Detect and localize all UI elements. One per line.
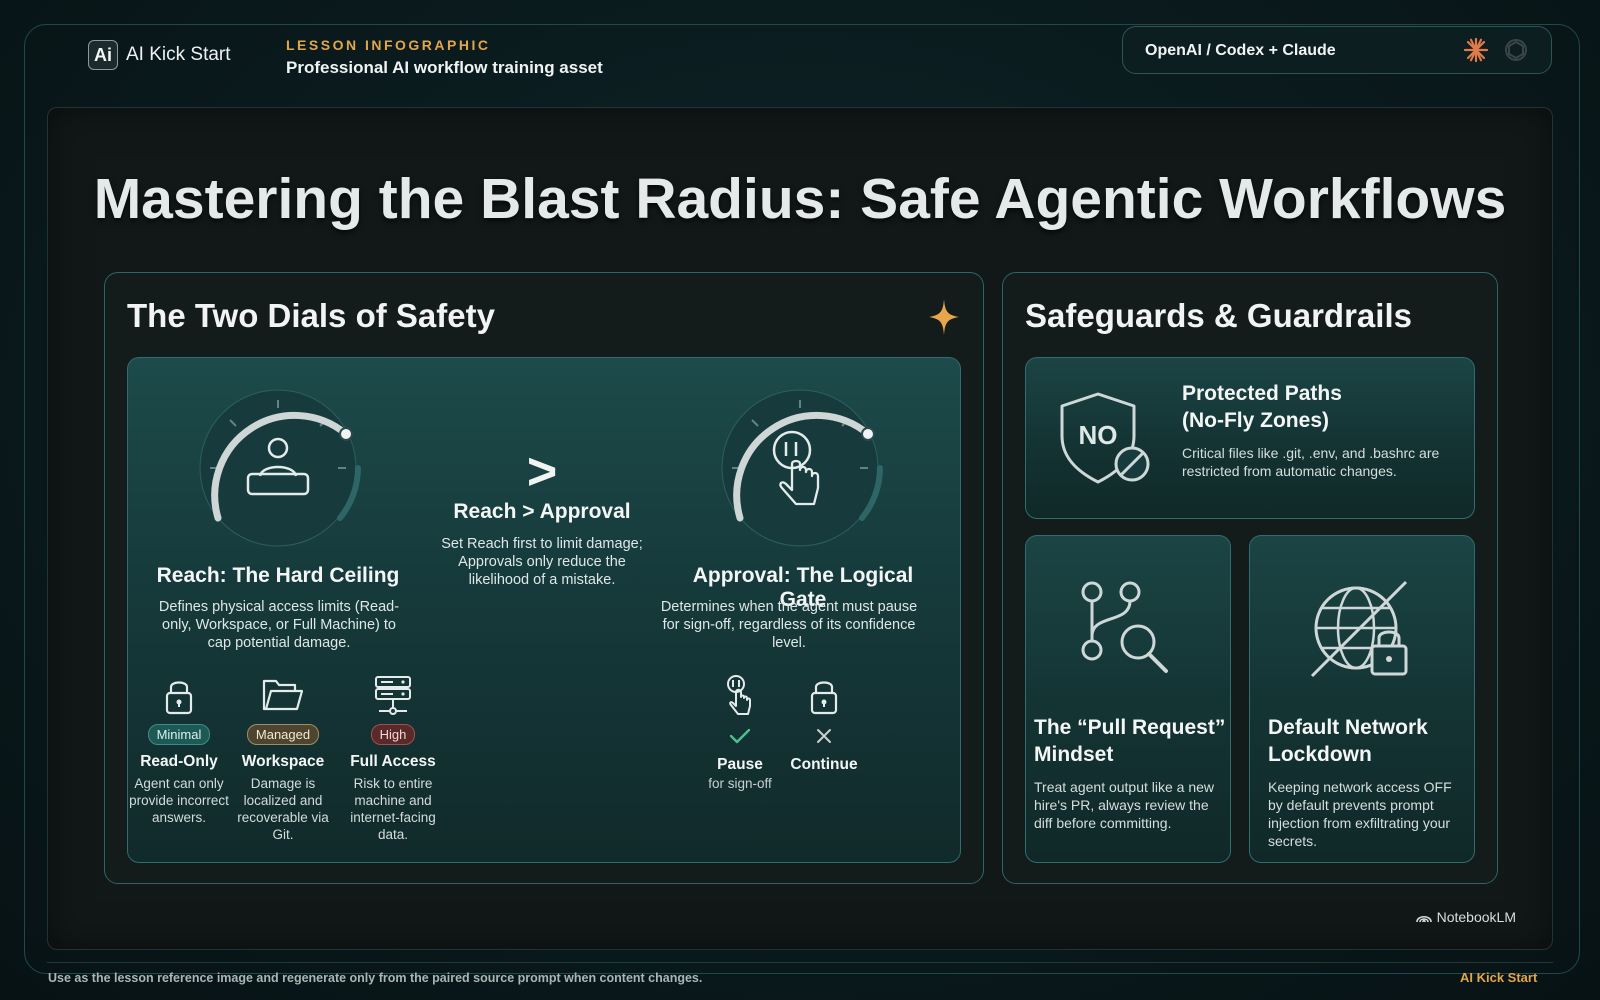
model-icons <box>1463 37 1529 63</box>
gate-name: Continue <box>790 756 858 773</box>
reach-description: Defines physical access limits (Read-onl… <box>158 599 400 651</box>
notebooklm-watermark: NotebookLM <box>1415 909 1516 925</box>
approval-dial-icon <box>721 389 883 547</box>
footer-note: Use as the lesson reference image and re… <box>48 971 703 985</box>
dials-card: Reach: The Hard Ceiling Defines physical… <box>127 357 961 863</box>
network-lockdown-title-line1: Default Network <box>1268 716 1428 739</box>
openai-icon <box>1505 39 1527 61</box>
badge-minimal: Minimal <box>147 724 211 745</box>
gate-sub: for sign-off <box>708 776 772 791</box>
pull-request-title-line2: Mindset <box>1034 743 1114 766</box>
footer-brand: AI Kick Start <box>1460 970 1538 985</box>
shield-no-text: NO <box>1079 420 1118 450</box>
dials-panel-title: The Two Dials of Safety <box>127 297 495 334</box>
reach-title: Reach: The Hard Ceiling <box>156 564 400 587</box>
dials-panel: The Two Dials of Safety Reach: The Hard … <box>104 272 984 884</box>
comparison-title: Reach > Approval <box>453 500 631 523</box>
check-icon <box>729 728 751 744</box>
level-name: Read-Only <box>140 753 218 770</box>
notebooklm-label: NotebookLM <box>1436 909 1516 925</box>
lock-icon <box>124 674 234 718</box>
lesson-kicker: LESSON INFOGRAPHIC <box>286 37 491 53</box>
network-lockdown-card: Default Network Lockdown Keeping network… <box>1249 535 1475 863</box>
guardrails-panel-title: Safeguards & Guardrails <box>1025 297 1412 334</box>
reach-dial-icon <box>199 389 361 547</box>
pull-request-title: The “Pull Request” Mindset <box>1034 714 1225 768</box>
gate-pause: Pause for sign-off <box>700 674 780 791</box>
footer-divider <box>47 962 1553 963</box>
level-read-only: Minimal Read-Only Agent can only provide… <box>124 674 234 826</box>
comparison-description: Set Reach first to limit damage; Approva… <box>441 536 643 588</box>
level-description: Risk to entire machine and internet-faci… <box>350 776 436 842</box>
level-name: Full Access <box>350 753 436 770</box>
sparkle-icon <box>929 299 959 335</box>
pull-request-card: The “Pull Request” Mindset Treat agent o… <box>1025 535 1231 863</box>
level-workspace: Managed Workspace Damage is localized an… <box>228 674 338 843</box>
pull-request-description: Treat agent output like a new hire's PR,… <box>1034 779 1215 831</box>
lock-icon <box>810 681 838 715</box>
logo: Ai AI Kick Start <box>88 40 231 70</box>
pull-request-title-line1: The “Pull Request” <box>1034 716 1226 739</box>
git-branch-search-icon <box>1081 581 1168 673</box>
model-pill: OpenAI / Codex + Claude <box>1122 26 1552 74</box>
protected-paths-description: Critical files like .git, .env, and .bas… <box>1182 445 1440 479</box>
protected-paths-title-line1: Protected Paths <box>1182 382 1342 405</box>
no-shield-icon: NO <box>1060 392 1150 484</box>
protected-paths-title-line2: (No-Fly Zones) <box>1182 409 1329 432</box>
level-description: Damage is localized and recoverable via … <box>237 776 329 842</box>
gate-continue: Continue <box>784 674 864 774</box>
pause-hand-icon <box>727 675 751 715</box>
globe-lock-icon <box>1310 580 1408 678</box>
badge-managed: Managed <box>246 724 320 745</box>
main-panel: Mastering the Blast Radius: Safe Agentic… <box>47 107 1553 950</box>
server-icon <box>338 674 448 718</box>
network-lockdown-title: Default Network Lockdown <box>1268 714 1428 768</box>
gate-name: Pause <box>717 756 763 773</box>
page-title: Mastering the Blast Radius: Safe Agentic… <box>93 167 1507 231</box>
header: Ai AI Kick Start LESSON INFOGRAPHIC Prof… <box>0 0 1600 100</box>
network-lockdown-description: Keeping network access OFF by default pr… <box>1268 779 1452 849</box>
lesson-subtitle: Professional AI workflow training asset <box>286 58 603 77</box>
protected-paths-card: NO Protected Paths (No-Fly Zones) Critic… <box>1025 357 1475 519</box>
badge-high: High <box>370 724 416 745</box>
level-name: Workspace <box>241 753 325 770</box>
approval-description: Determines when the agent must pause for… <box>660 599 918 651</box>
guardrails-panel: Safeguards & Guardrails NO Protected Pat… <box>1002 272 1498 884</box>
network-lockdown-title-line2: Lockdown <box>1268 743 1372 766</box>
logo-text: AI Kick Start <box>126 44 231 65</box>
folder-icon <box>228 674 338 718</box>
model-pill-label: OpenAI / Codex + Claude <box>1145 42 1336 59</box>
claude-asterisk-icon <box>1463 37 1489 63</box>
notebooklm-icon <box>1415 915 1432 923</box>
logo-mark-icon: Ai <box>88 40 118 70</box>
protected-paths-title: Protected Paths (No-Fly Zones) <box>1182 380 1342 434</box>
greater-than-icon: > <box>526 443 558 501</box>
level-description: Agent can only provide incorrect answers… <box>129 776 229 825</box>
x-icon <box>817 729 831 743</box>
level-full-access: High Full Access Risk to entire machine … <box>338 674 448 843</box>
